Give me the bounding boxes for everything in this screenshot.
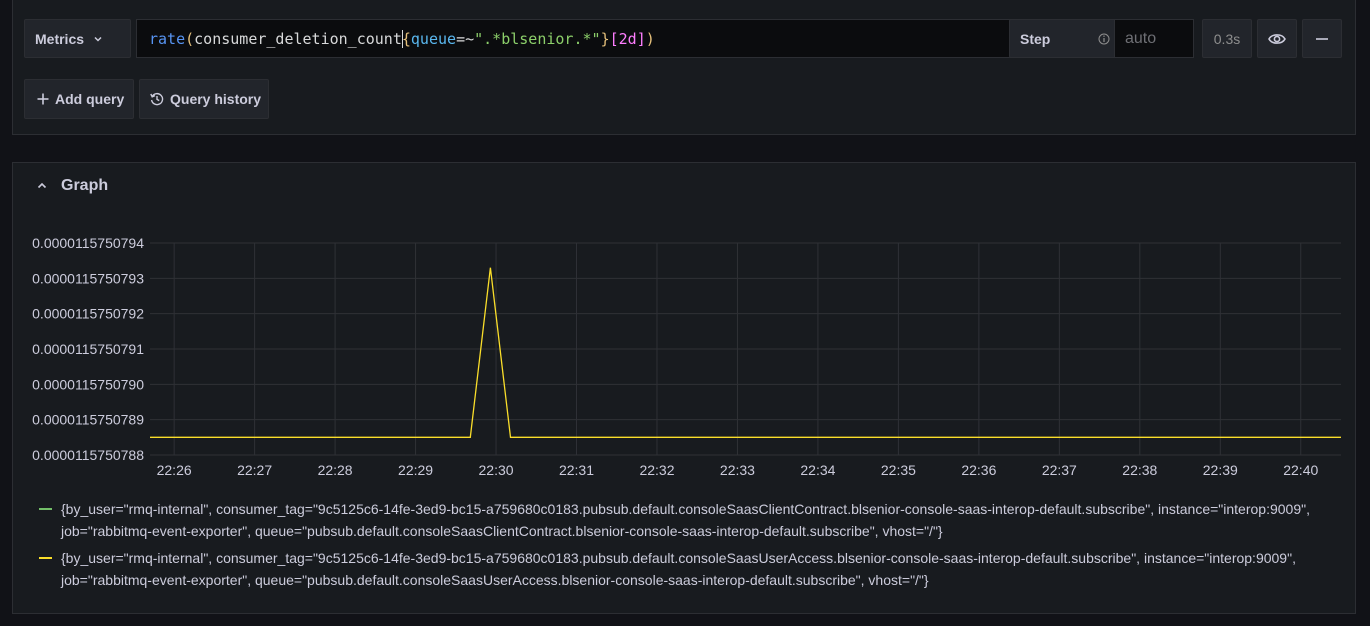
x-tick-label: 22:31 xyxy=(559,462,594,478)
info-icon[interactable] xyxy=(1098,33,1110,45)
chevron-down-icon xyxy=(94,36,102,42)
query-token: rate xyxy=(149,29,186,48)
x-tick-label: 22:36 xyxy=(961,462,996,478)
time-series-chart[interactable]: 0.0000115750788 0.0000115750789 0.00001157… xyxy=(13,163,1357,493)
eye-icon xyxy=(1268,33,1286,44)
query-history-button[interactable]: Query history xyxy=(139,79,269,119)
x-tick-label: 22:37 xyxy=(1042,462,1077,478)
y-tick-label: 0.0000115750792 xyxy=(32,306,144,322)
graph-panel: Graph 0.0000115750788 0.0000115750789 0.00… xyxy=(12,162,1356,614)
graph-legend: {by_user="rmq-internal", consumer_tag="9… xyxy=(37,498,1327,596)
query-token: { xyxy=(401,29,411,48)
x-tick-label: 22:28 xyxy=(318,462,353,478)
y-tick-label: 0.0000115750789 xyxy=(32,412,144,428)
metrics-button-label: Metrics xyxy=(35,30,85,47)
y-tick-label: 0.0000115750794 xyxy=(32,235,144,251)
x-tick-label: 22:29 xyxy=(398,462,433,478)
y-tick-label: 0.0000115750793 xyxy=(32,270,144,286)
plus-icon xyxy=(37,93,49,105)
query-time-badge: 0.3s xyxy=(1202,19,1252,58)
legend-label: {by_user="rmq-internal", consumer_tag="9… xyxy=(61,550,1296,588)
y-tick-label: 0.0000115750788 xyxy=(32,447,144,463)
minus-icon xyxy=(1316,37,1328,40)
x-tick-label: 22:27 xyxy=(237,462,272,478)
step-placeholder: auto xyxy=(1125,29,1157,47)
x-tick-label: 22:32 xyxy=(639,462,674,478)
add-query-label: Add query xyxy=(55,91,125,107)
x-tick-label: 22:30 xyxy=(479,462,514,478)
hide-query-button[interactable] xyxy=(1257,19,1297,58)
legend-color-swatch xyxy=(39,508,52,510)
x-tick-label: 22:34 xyxy=(800,462,835,478)
query-token: [ xyxy=(609,29,619,48)
y-tick-label: 0.0000115750791 xyxy=(32,341,144,357)
legend-label: {by_user="rmq-internal", consumer_tag="9… xyxy=(61,501,1310,539)
step-input[interactable]: auto xyxy=(1114,19,1194,58)
step-label-box: Step xyxy=(1009,19,1121,58)
query-token: } xyxy=(600,29,610,48)
series-line[interactable] xyxy=(150,267,1341,438)
query-editor-panel: Metrics rate(consumer_deletion_count{que… xyxy=(12,0,1356,135)
legend-item[interactable]: {by_user="rmq-internal", consumer_tag="9… xyxy=(37,498,1327,542)
x-tick-label: 22:35 xyxy=(881,462,916,478)
query-token: 2d xyxy=(618,29,637,48)
query-token: ] xyxy=(636,29,646,48)
query-time: 0.3s xyxy=(1213,30,1241,47)
x-tick-label: 22:40 xyxy=(1283,462,1318,478)
query-token: ( xyxy=(185,29,195,48)
query-token: consumer_deletion_count xyxy=(194,29,402,48)
history-icon xyxy=(150,92,164,106)
x-tick-label: 22:39 xyxy=(1203,462,1238,478)
query-token: ) xyxy=(645,29,655,48)
legend-color-swatch xyxy=(39,557,52,559)
x-tick-label: 22:38 xyxy=(1122,462,1157,478)
query-token: =~ xyxy=(456,29,475,48)
add-query-button[interactable]: Add query xyxy=(24,79,134,119)
query-token: queue xyxy=(410,29,457,48)
x-tick-label: 22:26 xyxy=(157,462,192,478)
query-token: ".*blsenior.*" xyxy=(474,29,601,48)
step-label: Step xyxy=(1020,30,1051,47)
y-tick-label: 0.0000115750790 xyxy=(32,376,144,392)
remove-query-button[interactable] xyxy=(1302,19,1342,58)
query-input[interactable]: rate(consumer_deletion_count{queue =~ ".*b… xyxy=(136,19,1015,58)
x-tick-label: 22:33 xyxy=(720,462,755,478)
query-history-label: Query history xyxy=(170,91,262,107)
metrics-browser-button[interactable]: Metrics xyxy=(24,19,131,58)
legend-item[interactable]: {by_user="rmq-internal", consumer_tag="9… xyxy=(37,547,1327,591)
